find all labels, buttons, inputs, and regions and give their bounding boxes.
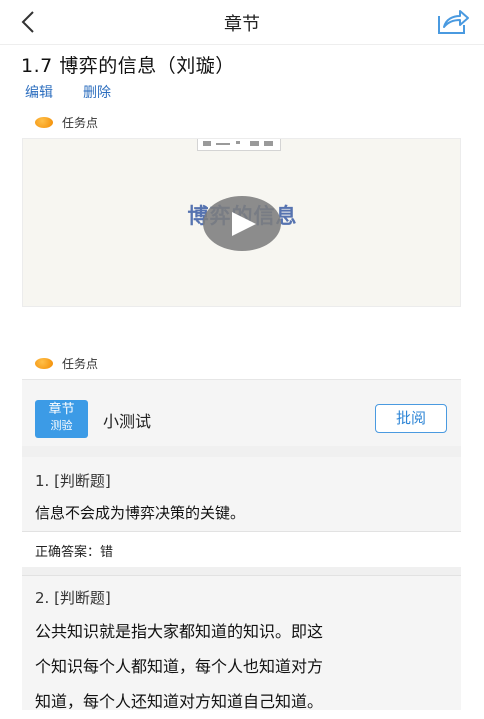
section-divider [22,567,461,575]
quiz-badge-line1: 章节 [48,402,75,417]
question-text-line: 知道，每个人还知道对方知道自己知道。 [35,692,324,711]
section-divider [22,446,461,457]
quiz-title: 小测试 [103,412,152,431]
task-point-label: 任务点 [62,116,99,130]
quiz-header: 章节 测验 小测试 批阅 [22,379,461,447]
play-icon [232,212,256,236]
quiz-badge: 章节 测验 [35,400,88,438]
task-point-label: 任务点 [62,357,99,371]
question-text-line: 公共知识就是指大家都知道的知识。即这 [35,622,324,641]
question-text-line: 个知识每个人都知道，每个人也知道对方 [35,657,324,676]
task-point-icon [35,358,53,369]
quiz-badge-line2: 测验 [50,419,73,432]
task-point-icon [35,117,53,128]
question-type: 2. [判断题] [35,589,111,607]
question-type: 1. [判断题] [35,472,111,490]
top-bar: 章节 [0,0,484,45]
page-header-title: 章节 [224,14,260,35]
video-player[interactable]: 博弈的信息 [22,138,461,307]
play-button[interactable] [203,196,281,251]
question-card: 1. [判断题] 信息不会成为博弈决策的关键。 [22,457,461,531]
video-slide-toolbar [197,139,281,151]
question-text: 公共知识就是指大家都知道的知识。即这 个知识每个人都知道，每个人也知道对方 知道… [35,614,455,719]
delete-link[interactable]: 删除 [83,82,111,102]
review-button[interactable]: 批阅 [375,404,447,433]
question-text: 信息不会成为博弈决策的关键。 [35,504,246,522]
edit-link[interactable]: 编辑 [25,82,53,102]
answer-row: 正确答案：错 [22,531,461,568]
correct-answer: 正确答案：错 [35,545,114,560]
share-icon[interactable] [436,8,470,36]
chapter-title: 1.7 博弈的信息（刘璇） [21,55,235,77]
question-card: 2. [判断题] 公共知识就是指大家都知道的知识。即这 个知识每个人都知道，每个… [22,575,461,711]
